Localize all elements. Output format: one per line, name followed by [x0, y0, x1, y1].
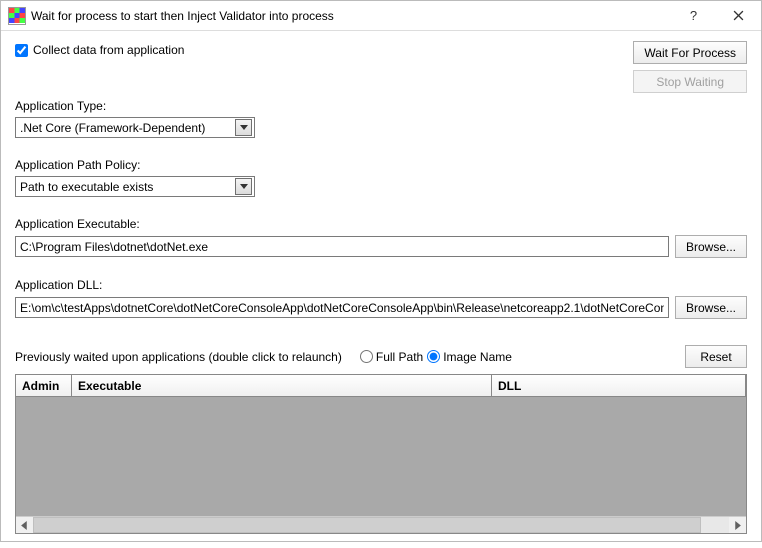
dropdown-arrow-icon[interactable]	[235, 119, 252, 136]
application-dll-label: Application DLL:	[15, 278, 747, 292]
column-admin[interactable]: Admin	[16, 375, 72, 396]
image-name-radio[interactable]: Image Name	[427, 350, 512, 364]
application-type-label: Application Type:	[15, 99, 747, 113]
image-name-radio-input[interactable]	[427, 350, 440, 363]
window-title: Wait for process to start then Inject Va…	[31, 9, 671, 23]
application-executable-input[interactable]	[15, 236, 669, 257]
collect-data-label: Collect data from application	[33, 43, 184, 57]
horizontal-scrollbar[interactable]	[16, 516, 746, 533]
application-executable-label: Application Executable:	[15, 217, 747, 231]
collect-data-checkbox-input[interactable]	[15, 44, 28, 57]
path-policy-label: Application Path Policy:	[15, 158, 747, 172]
path-policy-dropdown[interactable]: Path to executable exists	[15, 176, 255, 197]
dropdown-arrow-icon[interactable]	[235, 178, 252, 195]
full-path-radio-input[interactable]	[360, 350, 373, 363]
scroll-track[interactable]	[33, 517, 729, 533]
app-icon	[9, 8, 25, 24]
application-type-dropdown[interactable]: .Net Core (Framework-Dependent)	[15, 117, 255, 138]
stop-waiting-button: Stop Waiting	[633, 70, 747, 93]
browse-exe-button[interactable]: Browse...	[675, 235, 747, 258]
reset-button[interactable]: Reset	[685, 345, 747, 368]
column-executable[interactable]: Executable	[72, 375, 492, 396]
application-type-value: .Net Core (Framework-Dependent)	[20, 121, 205, 135]
scroll-thumb[interactable]	[33, 517, 701, 533]
full-path-radio[interactable]: Full Path	[360, 350, 423, 364]
collect-data-checkbox[interactable]: Collect data from application	[15, 43, 184, 57]
application-dll-input[interactable]	[15, 297, 669, 318]
title-bar: Wait for process to start then Inject Va…	[1, 1, 761, 31]
path-policy-value: Path to executable exists	[20, 180, 153, 194]
grid-body[interactable]	[16, 397, 746, 516]
previous-apps-label: Previously waited upon applications (dou…	[15, 350, 342, 364]
browse-dll-button[interactable]: Browse...	[675, 296, 747, 319]
grid-header: Admin Executable DLL	[16, 375, 746, 397]
column-dll[interactable]: DLL	[492, 375, 746, 396]
scroll-right-icon[interactable]	[729, 517, 746, 534]
close-button[interactable]	[716, 1, 761, 31]
scroll-left-icon[interactable]	[16, 517, 33, 534]
full-path-radio-label: Full Path	[376, 350, 423, 364]
image-name-radio-label: Image Name	[443, 350, 512, 364]
previous-apps-grid[interactable]: Admin Executable DLL	[15, 374, 747, 534]
wait-for-process-button[interactable]: Wait For Process	[633, 41, 747, 64]
help-button[interactable]: ?	[671, 1, 716, 31]
dialog-content: Collect data from application Wait For P…	[1, 31, 761, 548]
